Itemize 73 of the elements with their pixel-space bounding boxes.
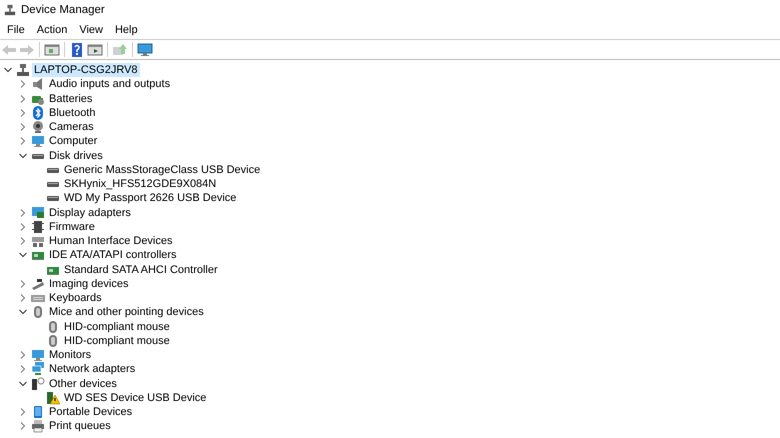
expand-chevron-icon[interactable] <box>19 365 27 374</box>
chip-icon <box>31 220 45 234</box>
tree-item[interactable]: Bluetooth <box>47 106 98 120</box>
tree-item[interactable]: Print queues <box>47 419 113 434</box>
network-icon <box>31 362 45 376</box>
expand-chevron-icon[interactable] <box>19 222 27 231</box>
tree-item[interactable]: IDE ATA/ATAPI controllers <box>47 248 179 262</box>
speaker-icon <box>31 77 45 92</box>
mouse-icon <box>46 334 60 348</box>
tree-item[interactable]: WD My Passport 2626 USB Device <box>62 191 238 206</box>
tree-item[interactable]: Audio inputs and outputs <box>47 77 172 92</box>
expand-chevron-icon[interactable] <box>19 137 27 146</box>
expand-chevron-icon[interactable] <box>19 280 27 288</box>
unknown-device-icon <box>31 376 45 391</box>
expand-chevron-icon[interactable] <box>19 351 27 360</box>
expand-chevron-icon[interactable] <box>19 94 27 103</box>
expand-chevron-icon[interactable] <box>19 408 27 416</box>
network-computer-icon <box>16 63 30 78</box>
monitor-icon <box>31 134 45 148</box>
expand-chevron-icon[interactable] <box>19 108 27 117</box>
tree-item[interactable]: Disk drives <box>47 148 105 163</box>
device-manager-icon <box>4 4 16 16</box>
collapse-chevron-icon[interactable] <box>19 152 27 160</box>
tree-item[interactable]: Portable Devices <box>47 405 134 420</box>
monitor-icon <box>31 348 45 362</box>
tree-item[interactable]: Network adapters <box>47 362 138 376</box>
panel-icon[interactable] <box>44 42 60 58</box>
webcam-icon <box>31 120 45 134</box>
scan-monitor-icon[interactable] <box>137 42 153 58</box>
phone-icon <box>31 405 45 420</box>
collapse-chevron-icon[interactable] <box>4 66 12 74</box>
expand-chevron-icon[interactable] <box>19 237 27 246</box>
mouse-icon <box>31 305 45 320</box>
display-adapter-icon <box>31 206 45 220</box>
tree-item[interactable]: Other devices <box>47 376 119 391</box>
expand-chevron-icon[interactable] <box>19 294 27 302</box>
tree-item[interactable]: Firmware <box>47 220 97 234</box>
expand-chevron-icon[interactable] <box>19 422 27 430</box>
bluetooth-icon <box>31 106 45 120</box>
warning-device-icon <box>46 390 60 405</box>
expand-chevron-icon[interactable] <box>19 123 27 132</box>
tree-item[interactable]: Cameras <box>47 120 96 134</box>
printer-icon <box>31 419 45 434</box>
menu-item[interactable]: Help <box>110 24 143 36</box>
collapse-chevron-icon[interactable] <box>19 380 27 388</box>
mouse-icon <box>46 320 60 334</box>
tree-item[interactable]: Keyboards <box>47 291 104 306</box>
scanner-icon <box>31 276 45 291</box>
tree-item[interactable]: Monitors <box>47 348 94 362</box>
tree-item[interactable]: Generic MassStorageClass USB Device <box>62 162 262 177</box>
tree-item[interactable]: LAPTOP-CSG2JRV8 <box>32 63 140 78</box>
tree-item[interactable]: SKHynix_HFS512GDE9X084N <box>62 177 218 192</box>
tree-item[interactable]: Standard SATA AHCI Controller <box>62 262 220 277</box>
tree-item[interactable]: Mice and other pointing devices <box>47 305 206 320</box>
menu-item[interactable]: File <box>2 24 30 36</box>
collapse-chevron-icon[interactable] <box>19 308 27 316</box>
panel-icon[interactable] <box>87 42 103 58</box>
tree-item[interactable]: Batteries <box>47 92 94 106</box>
tree-item[interactable]: HID-compliant mouse <box>62 334 172 348</box>
tree-item[interactable]: Imaging devices <box>47 276 130 291</box>
keyboard-device-icon <box>31 234 45 248</box>
tree-item[interactable]: Computer <box>47 134 100 148</box>
window-title: Device Manager <box>21 4 105 16</box>
menu-item[interactable]: Action <box>32 24 72 36</box>
menu-item[interactable]: View <box>74 24 108 36</box>
expand-chevron-icon[interactable] <box>19 80 27 88</box>
tree-item[interactable]: Display adapters <box>47 206 133 220</box>
expand-chevron-icon[interactable] <box>19 208 27 217</box>
collapse-chevron-icon[interactable] <box>19 251 27 260</box>
tree-item[interactable]: Human Interface Devices <box>47 234 174 248</box>
tree-item[interactable]: HID-compliant mouse <box>62 320 172 334</box>
tree-item[interactable]: WD SES Device USB Device <box>62 390 208 405</box>
help-icon[interactable] <box>69 42 85 58</box>
